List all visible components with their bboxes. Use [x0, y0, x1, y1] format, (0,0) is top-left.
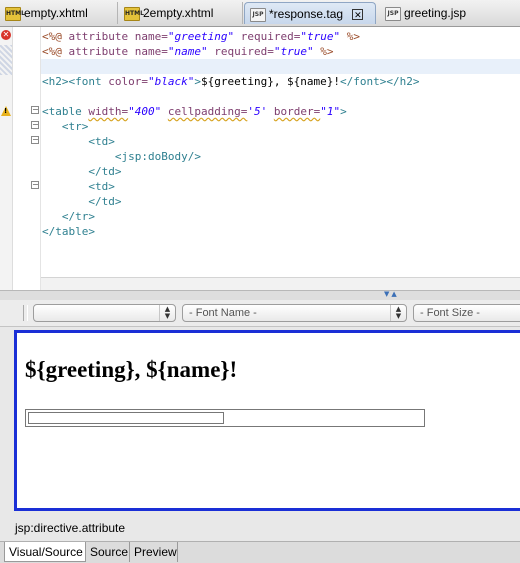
code-line[interactable]: </td> — [42, 164, 121, 179]
code-line[interactable]: <td> — [42, 134, 115, 149]
code-line[interactable]: </table> — [42, 224, 95, 239]
updown-icon: ▲ ▼ — [159, 305, 175, 321]
code-line[interactable]: </td> — [42, 194, 121, 209]
code-token: <h2><font — [42, 75, 109, 88]
code-token: <tr> — [42, 120, 89, 133]
formatting-toolbar: ▲ ▼ - Font Name - ▲ ▼ - Font Size - — [0, 300, 520, 327]
code-token: <td> — [42, 180, 115, 193]
tab-preview[interactable]: Preview — [130, 542, 178, 562]
html-file-icon: HTML — [5, 7, 25, 21]
code-token: "1" — [320, 105, 341, 118]
code-token: <table — [42, 105, 89, 118]
fold-toggle-icon[interactable]: − — [31, 136, 39, 144]
annotation-ruler: ✕ ! — [0, 27, 13, 290]
preview-table[interactable] — [25, 409, 425, 427]
fold-toggle-icon[interactable]: − — [31, 181, 39, 189]
error-icon[interactable]: ✕ — [1, 30, 11, 40]
code-token: </td> — [42, 165, 122, 178]
tab-2empty-xhtml[interactable]: HTML 2empty.xhtml — [119, 2, 243, 24]
code-token: "400" — [128, 105, 162, 118]
code-token: required= — [207, 45, 274, 58]
code-token: "name" — [167, 45, 208, 58]
code-token: name= — [134, 45, 168, 58]
code-token: name= — [134, 30, 168, 43]
close-icon[interactable]: ✕ — [352, 9, 364, 21]
preview-heading[interactable]: ${greeting}, ${name}! — [25, 357, 237, 383]
code-token: cellpadding= — [167, 105, 248, 118]
code-token: <td> — [42, 135, 115, 148]
code-token: width= — [88, 105, 129, 118]
code-token: <%@ — [42, 30, 69, 43]
code-line[interactable]: <h2><font color="black">${greeting}, ${n… — [42, 74, 420, 89]
status-path: jsp:directive.attribute — [0, 517, 520, 539]
tab-label: greeting.jsp — [404, 6, 467, 20]
source-editor[interactable]: ✕ ! − − − − <%@ attribute name="greeting… — [0, 27, 520, 290]
tab-label: empty.xhtml — [24, 6, 88, 20]
code-token: ${greeting}, ${name}! — [200, 75, 341, 88]
visual-editor[interactable]: ${greeting}, ${name}! — [14, 330, 520, 511]
font-size-value: - Font Size - — [420, 307, 480, 319]
fold-toggle-icon[interactable]: − — [31, 121, 39, 129]
code-token: border= — [273, 105, 321, 118]
tab-empty-xhtml[interactable]: HTML empty.xhtml — [0, 2, 118, 24]
toolbar-grip[interactable] — [23, 305, 28, 321]
font-size-select[interactable]: - Font Size - — [413, 304, 520, 322]
code-token: "greeting" — [167, 30, 235, 43]
code-token: '5' — [247, 105, 268, 118]
updown-icon: ▲ ▼ — [390, 305, 406, 321]
jsp-file-icon: JSP — [250, 8, 266, 22]
view-mode-tabs: Visual/Source Source Preview — [0, 541, 520, 563]
code-line[interactable]: <table width="400" cellpadding='5' borde… — [42, 104, 347, 119]
code-token: </td> — [42, 195, 122, 208]
font-name-select[interactable]: - Font Name - ▲ ▼ — [182, 304, 407, 322]
code-token: > — [340, 105, 347, 118]
code-token: required= — [234, 30, 301, 43]
code-token: attribute — [68, 30, 135, 43]
tab-source[interactable]: Source — [86, 542, 130, 562]
code-token: color= — [108, 75, 148, 88]
code-token: <jsp:doBody/> — [42, 150, 201, 163]
code-token: <%@ — [42, 45, 69, 58]
tab-visual-source[interactable]: Visual/Source — [4, 542, 86, 562]
horizontal-scrollbar[interactable] — [41, 277, 520, 290]
code-token: "true" — [300, 30, 341, 43]
code-token: %> — [313, 45, 334, 58]
change-marker — [0, 45, 12, 75]
editor-tab-bar: HTML empty.xhtml HTML 2empty.xhtml JSP *… — [0, 0, 520, 27]
code-line[interactable]: </tr> — [42, 209, 95, 224]
warning-icon[interactable]: ! — [1, 106, 11, 116]
code-token: </table> — [42, 225, 95, 238]
tab-response-tag[interactable]: JSP *response.tag ✕ — [244, 2, 376, 24]
code-token: > — [194, 75, 201, 88]
paragraph-style-select[interactable]: ▲ ▼ — [33, 304, 176, 322]
code-line[interactable]: <tr> — [42, 119, 89, 134]
folding-column: − − − − — [27, 27, 39, 290]
code-line[interactable]: <jsp:doBody/> — [42, 149, 201, 164]
tab-label: 2empty.xhtml — [143, 6, 214, 20]
collapse-arrows-icon[interactable]: ▼▲ — [384, 290, 399, 298]
jsp-file-icon: JSP — [385, 7, 401, 21]
code-token: "true" — [273, 45, 314, 58]
code-token: </tr> — [42, 210, 95, 223]
font-name-value: - Font Name - — [189, 307, 257, 319]
preview-table-cell[interactable] — [28, 412, 224, 424]
current-line-highlight — [41, 59, 520, 74]
tab-label: *response.tag — [269, 7, 344, 21]
code-token: </font></h2> — [340, 75, 420, 88]
code-token: %> — [340, 30, 360, 43]
fold-toggle-icon[interactable]: − — [31, 106, 39, 114]
code-line[interactable]: <td> — [42, 179, 115, 194]
code-token: attribute — [68, 45, 135, 58]
html-file-icon: HTML — [124, 7, 144, 21]
tab-greeting-jsp[interactable]: JSP greeting.jsp — [380, 2, 495, 24]
code-line[interactable]: <%@ attribute name="name" required="true… — [42, 44, 333, 59]
code-line[interactable]: <%@ attribute name="greeting" required="… — [42, 29, 360, 44]
code-token: "black" — [147, 75, 195, 88]
